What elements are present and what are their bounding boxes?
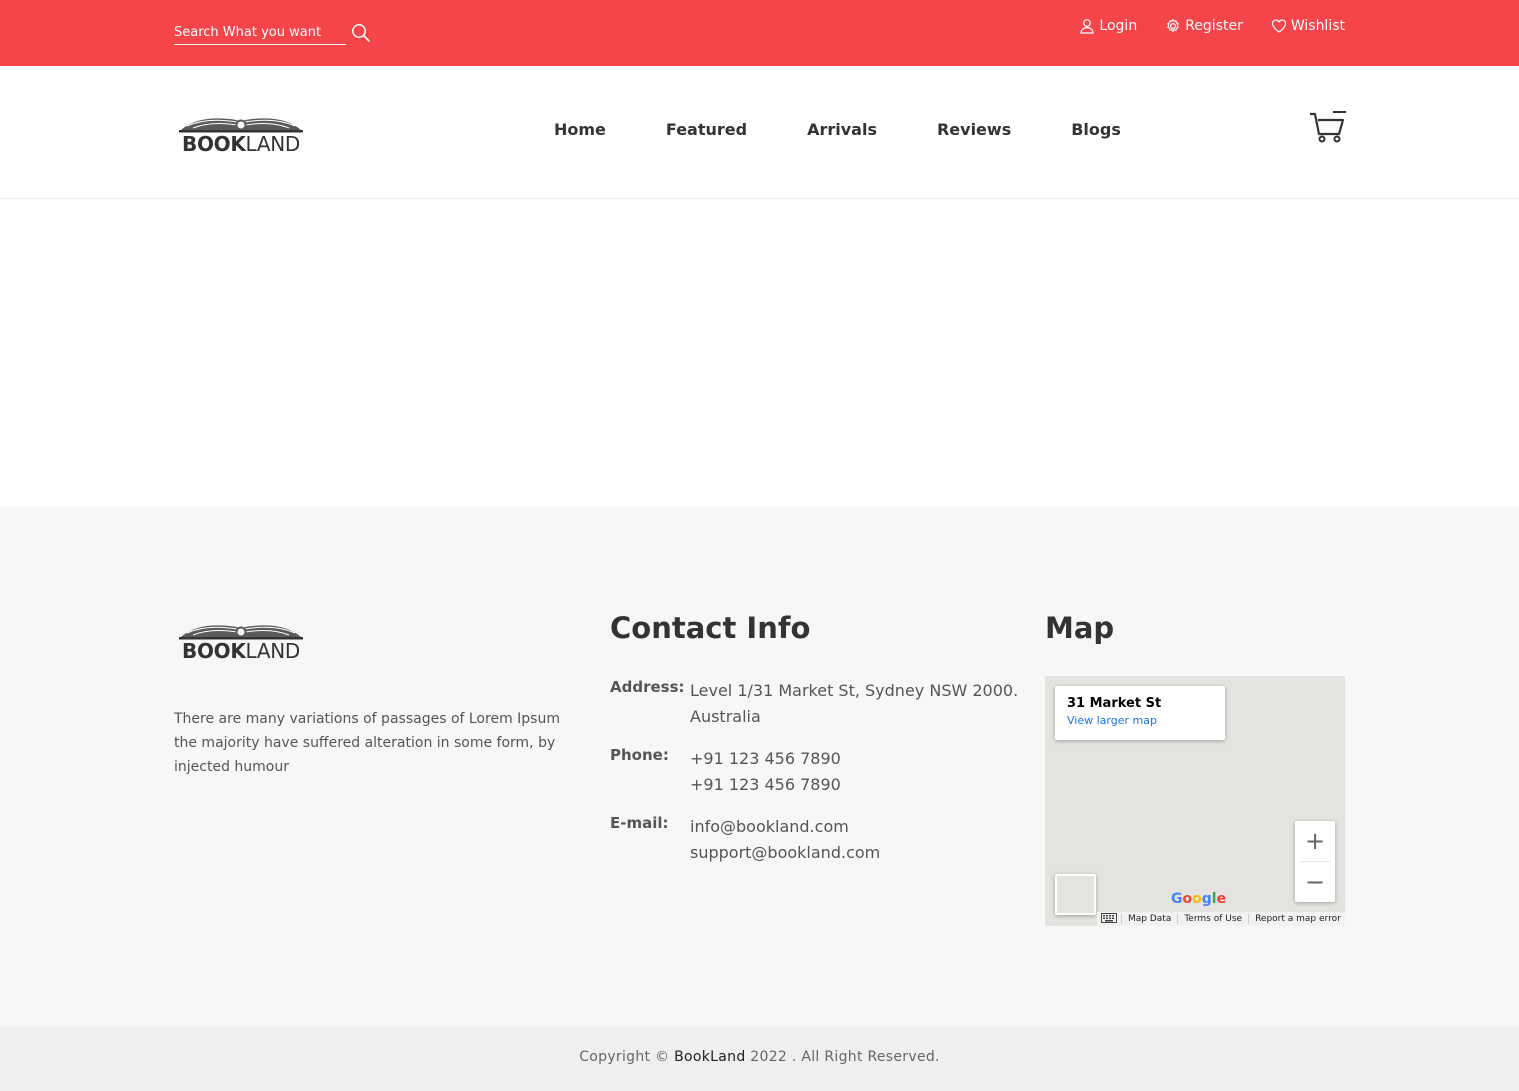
- map-title: Map: [1045, 611, 1115, 645]
- nav-featured[interactable]: Featured: [666, 120, 747, 139]
- address-line: Level 1/31 Market St, Sydney NSW 2000.: [690, 681, 1019, 700]
- address-line: Australia: [690, 707, 761, 726]
- search-button[interactable]: [350, 21, 372, 45]
- search-input[interactable]: [174, 20, 346, 45]
- map-terms-link[interactable]: Terms of Use: [1177, 914, 1248, 924]
- phone-value: +91 123 456 7890 +91 123 456 7890: [690, 746, 841, 798]
- main-nav: Home Featured Arrivals Reviews Blogs: [554, 120, 1181, 139]
- footer-description: There are many variations of passages of…: [174, 711, 560, 775]
- book-logo-icon: [179, 118, 303, 133]
- gear-icon: [1167, 18, 1179, 33]
- email-value: info@bookland.com support@bookland.com: [690, 814, 880, 866]
- copyright-suffix: 2022 . All Right Reserved.: [750, 1049, 940, 1065]
- login-link[interactable]: Login: [1079, 18, 1137, 34]
- heart-icon: [1271, 19, 1286, 33]
- map-data-link[interactable]: Map Data: [1121, 914, 1177, 924]
- view-larger-map-link[interactable]: View larger map: [1067, 714, 1213, 727]
- copyright-prefix: Copyright ©: [579, 1049, 670, 1065]
- email-address[interactable]: info@bookland.com: [690, 814, 880, 840]
- register-label: Register: [1185, 18, 1243, 34]
- site-logo[interactable]: BOOKLAND: [179, 110, 303, 158]
- zoom-out-button[interactable]: −: [1295, 862, 1335, 902]
- user-icon: [1080, 19, 1095, 34]
- footer-logo-text: BOOKLAND: [182, 639, 300, 663]
- wishlist-link[interactable]: Wishlist: [1271, 18, 1345, 34]
- google-logo: Google: [1171, 891, 1227, 907]
- address-value: Level 1/31 Market St, Sydney NSW 2000. A…: [690, 678, 1018, 730]
- book-logo-icon: [179, 625, 303, 640]
- phone-label: Phone:: [610, 746, 669, 764]
- copyright-brand-link[interactable]: BookLand: [674, 1049, 745, 1065]
- copyright-text: Copyright © BookLand 2022 . All Right Re…: [0, 1049, 1519, 1065]
- email-label: E-mail:: [610, 814, 669, 832]
- email-address[interactable]: support@bookland.com: [690, 840, 880, 866]
- nav-arrivals[interactable]: Arrivals: [807, 120, 877, 139]
- nav-blogs[interactable]: Blogs: [1071, 120, 1121, 139]
- footer-logo[interactable]: BOOKLAND: [179, 617, 303, 665]
- contact-title: Contact Info: [610, 611, 811, 645]
- footer: BOOKLAND There are many variations of pa…: [0, 507, 1519, 1027]
- contact-phone: Phone: +91 123 456 7890 +91 123 456 7890: [610, 746, 841, 798]
- nav-home[interactable]: Home: [554, 120, 606, 139]
- phone-number[interactable]: +91 123 456 7890: [690, 746, 841, 772]
- street-view-pegman[interactable]: [1055, 874, 1096, 915]
- main-header: BOOKLAND Home Featured Arrivals Reviews …: [0, 66, 1519, 199]
- embedded-map[interactable]: 31 Market St View larger map + − Google …: [1045, 676, 1345, 926]
- register-link[interactable]: Register: [1165, 18, 1243, 34]
- map-report-link[interactable]: Report a map error: [1248, 914, 1345, 924]
- top-bar: Login Register Wishlist: [0, 0, 1519, 66]
- login-label: Login: [1099, 18, 1138, 34]
- phone-number[interactable]: +91 123 456 7890: [690, 772, 841, 798]
- account-links: Login Register Wishlist: [1079, 18, 1345, 34]
- map-attribution-bar: Map Data Terms of Use Report a map error: [1097, 912, 1345, 926]
- map-place-name: 31 Market St: [1067, 696, 1162, 711]
- map-zoom-controls: + −: [1295, 821, 1335, 902]
- search-icon: [352, 24, 370, 42]
- address-label: Address:: [610, 678, 685, 696]
- search-box: [174, 20, 372, 45]
- contact-address: Address: Level 1/31 Market St, Sydney NS…: [610, 678, 1018, 730]
- copyright-bar: Copyright © BookLand 2022 . All Right Re…: [0, 1027, 1519, 1091]
- nav-reviews[interactable]: Reviews: [937, 120, 1011, 139]
- cart-button[interactable]: [1309, 110, 1347, 144]
- zoom-in-button[interactable]: +: [1295, 821, 1335, 861]
- contact-email: E-mail: info@bookland.com support@bookla…: [610, 814, 880, 866]
- logo-text: BOOKLAND: [182, 132, 300, 156]
- wishlist-label: Wishlist: [1290, 18, 1345, 34]
- keyboard-icon[interactable]: [1097, 912, 1121, 926]
- map-place-card: 31 Market St View larger map: [1055, 686, 1225, 740]
- cart-icon: [1310, 111, 1346, 143]
